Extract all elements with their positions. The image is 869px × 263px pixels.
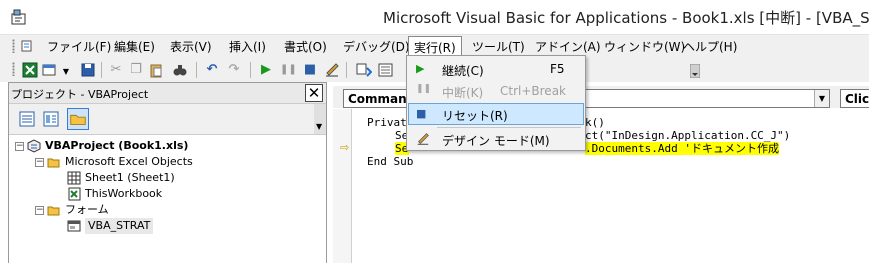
- project-explorer-toolbar: ▼: [9, 103, 326, 135]
- worksheet-icon: [67, 171, 81, 185]
- properties-icon[interactable]: [378, 62, 394, 78]
- vba-doc-icon[interactable]: [20, 39, 34, 53]
- toolbar-separator: [101, 62, 102, 78]
- run-menu-design-mode[interactable]: デザイン モード(M): [408, 128, 584, 150]
- save-icon[interactable]: [80, 62, 96, 78]
- userform-icon: [67, 220, 81, 232]
- collapse-toggle[interactable]: −: [35, 158, 44, 167]
- project-explorer-icon[interactable]: [356, 62, 372, 78]
- run-menu-continue-label: 継続(C): [442, 64, 484, 78]
- menu-file[interactable]: ファイル(F): [47, 38, 111, 55]
- menu-edit[interactable]: 編集(E): [114, 38, 155, 55]
- toolbar-options-icon[interactable]: [690, 64, 700, 78]
- code-line[interactable]: Privat: [367, 116, 407, 129]
- menu-addins[interactable]: アドイン(A): [535, 38, 601, 55]
- run-menu-break[interactable]: ❚❚ 中断(K) Ctrl+Break: [408, 80, 584, 102]
- pause-icon: ❚❚: [416, 84, 432, 94]
- code-line-tail[interactable]: k(): [585, 116, 605, 129]
- collapse-toggle[interactable]: −: [35, 206, 44, 215]
- paste-icon[interactable]: [148, 62, 164, 78]
- insert-userform-icon[interactable]: [42, 62, 58, 78]
- view-object-icon[interactable]: [42, 110, 60, 128]
- run-menu-break-label: 中断(K): [442, 86, 484, 100]
- menu-run[interactable]: 実行(R): [408, 36, 462, 55]
- close-icon[interactable]: ✕: [305, 84, 323, 102]
- menu-bar: ファイル(F) 編集(E) 表示(V) 挿入(I) 書式(O) デバッグ(D) …: [0, 34, 869, 57]
- insert-dropdown-arrow-icon[interactable]: ▼: [58, 64, 74, 80]
- run-menu-design-mode-label: デザイン モード(M): [442, 134, 550, 148]
- excel-view-icon[interactable]: [22, 62, 38, 78]
- stop-icon: ■: [416, 107, 427, 120]
- code-line[interactable]: End Sub: [367, 155, 413, 168]
- tree-node-sheet1[interactable]: Sheet1 (Sheet1): [85, 170, 175, 186]
- run-menu-break-shortcut: Ctrl+Break: [500, 84, 566, 98]
- code-line-tail[interactable]: ct("InDesign.Application.CC_J"): [585, 129, 790, 142]
- workbook-icon: [68, 187, 81, 201]
- redo-icon[interactable]: ↷: [226, 62, 242, 78]
- vba-app-icon: [11, 9, 26, 25]
- menu-format[interactable]: 書式(O): [284, 38, 327, 55]
- code-margin[interactable]: [333, 109, 352, 263]
- collapse-toggle[interactable]: −: [15, 142, 24, 151]
- toolbar-scroll-button[interactable]: ▼: [314, 104, 326, 134]
- menu-tools[interactable]: ツール(T): [472, 38, 525, 55]
- chevron-down-icon[interactable]: ▼: [814, 90, 829, 107]
- find-icon[interactable]: [172, 62, 188, 78]
- procedure-combo-value: Clic: [845, 92, 869, 106]
- menubar-grip[interactable]: [12, 39, 15, 53]
- tree-node-excel-objects[interactable]: Microsoft Excel Objects: [65, 154, 193, 170]
- design-mode-icon: [417, 133, 429, 145]
- play-icon: ▶: [416, 62, 425, 75]
- cut-icon[interactable]: ✂: [108, 62, 124, 78]
- menu-view[interactable]: 表示(V): [170, 38, 212, 55]
- toolbar-grip[interactable]: [12, 62, 15, 76]
- toggle-folders-icon[interactable]: [67, 108, 89, 130]
- tree-node-vbaproject[interactable]: VBAProject (Book1.xls): [45, 138, 188, 154]
- menu-debug[interactable]: デバッグ(D): [343, 38, 410, 55]
- tree-node-forms[interactable]: フォーム: [65, 202, 109, 218]
- code-line-tail-highlighted[interactable]: .Documents.Add 'ドキュメント作成: [585, 142, 779, 155]
- view-code-icon[interactable]: [18, 110, 36, 128]
- run-menu-reset-label: リセット(R): [442, 109, 508, 123]
- title-bar: Microsoft Visual Basic for Applications …: [0, 0, 869, 34]
- tree-node-thisworkbook[interactable]: ThisWorkbook: [85, 186, 162, 202]
- design-mode-icon[interactable]: [324, 62, 340, 78]
- menu-window[interactable]: ウィンドウ(W): [604, 38, 685, 55]
- run-menu-continue[interactable]: ▶ 継続(C) F5: [408, 58, 584, 80]
- toolbar-separator: [196, 62, 197, 78]
- menu-help[interactable]: ヘルプ(H): [683, 38, 737, 55]
- folder-open-icon: [47, 158, 60, 168]
- reset-icon[interactable]: ■: [302, 62, 318, 78]
- project-explorer-panel: プロジェクト - VBAProject ✕ ▼ − VBAProject (Bo…: [8, 82, 327, 263]
- window-title: Microsoft Visual Basic for Applications …: [383, 9, 869, 27]
- run-icon[interactable]: ▶: [258, 62, 274, 78]
- run-menu-continue-shortcut: F5: [550, 62, 565, 76]
- run-menu-reset[interactable]: ■ リセット(R): [408, 103, 584, 125]
- toolbar-separator: [250, 62, 251, 78]
- copy-icon[interactable]: ❐: [128, 62, 144, 78]
- project-explorer-title: プロジェクト - VBAProject: [11, 88, 149, 101]
- vba-project-icon: [27, 139, 41, 153]
- undo-icon[interactable]: ↶: [204, 62, 220, 78]
- break-icon[interactable]: ❚❚: [280, 62, 297, 78]
- procedure-combo[interactable]: Clic: [840, 89, 869, 108]
- execution-pointer-icon: ⇨: [340, 141, 350, 154]
- run-menu-dropdown: ▶ 継続(C) F5 ❚❚ 中断(K) Ctrl+Break ■ リセット(R)…: [406, 55, 586, 151]
- tree-node-vba-strat[interactable]: VBA_STRAT: [85, 218, 154, 234]
- toolbar-separator: [346, 62, 347, 78]
- project-explorer-titlebar: プロジェクト - VBAProject ✕: [9, 83, 326, 103]
- folder-open-icon: [47, 206, 60, 216]
- menu-insert[interactable]: 挿入(I): [229, 38, 266, 55]
